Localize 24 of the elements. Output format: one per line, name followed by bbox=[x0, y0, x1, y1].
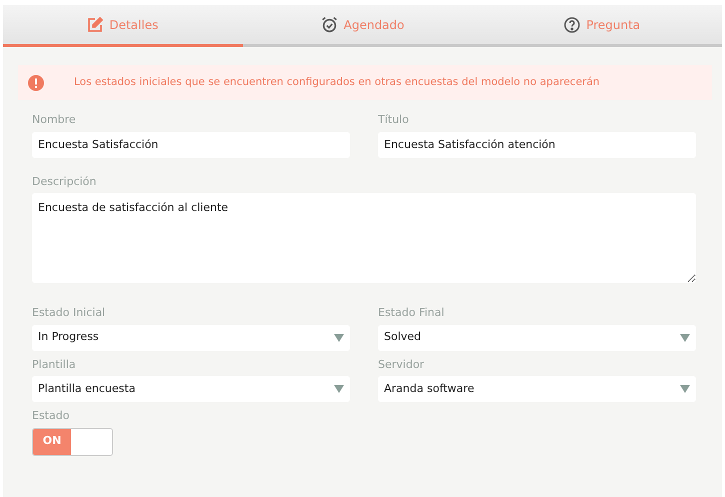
dropdown[interactable]: In Progress bbox=[32, 324, 350, 350]
input-field[interactable]: Encuesta Satisfacción bbox=[32, 132, 350, 158]
field-label: Descripción bbox=[32, 174, 98, 190]
dropdown[interactable]: Solved bbox=[378, 324, 696, 350]
field-label: Servidor bbox=[378, 356, 426, 372]
alarm-clock-icon bbox=[320, 16, 338, 33]
alert-text: Los estados iniciales que se encuentren configurados en otras encuestas del modelo no aparecerán bbox=[74, 74, 600, 90]
dropdown-arrow-icon bbox=[680, 385, 690, 393]
warning-icon bbox=[28, 74, 44, 90]
field-label: Título bbox=[378, 112, 410, 128]
dropdown[interactable]: Plantilla encuesta bbox=[32, 376, 350, 402]
dropdown-arrow-icon bbox=[334, 385, 344, 393]
dropdown[interactable]: Aranda software bbox=[378, 376, 696, 402]
field-label: Estado Final bbox=[378, 305, 446, 321]
help-icon bbox=[564, 16, 580, 32]
description-field[interactable]: Encuesta de satisfacción al cliente bbox=[32, 193, 696, 283]
field-label: Estado bbox=[32, 408, 70, 424]
edit-icon bbox=[87, 16, 104, 32]
field-label: Nombre bbox=[32, 112, 77, 128]
dropdown-arrow-icon bbox=[334, 334, 344, 342]
input-field[interactable]: Encuesta Satisfacción atención bbox=[378, 132, 696, 158]
field-label: Estado Inicial bbox=[32, 305, 106, 321]
field-label: Plantilla bbox=[32, 356, 77, 372]
dropdown-arrow-icon bbox=[680, 334, 690, 342]
